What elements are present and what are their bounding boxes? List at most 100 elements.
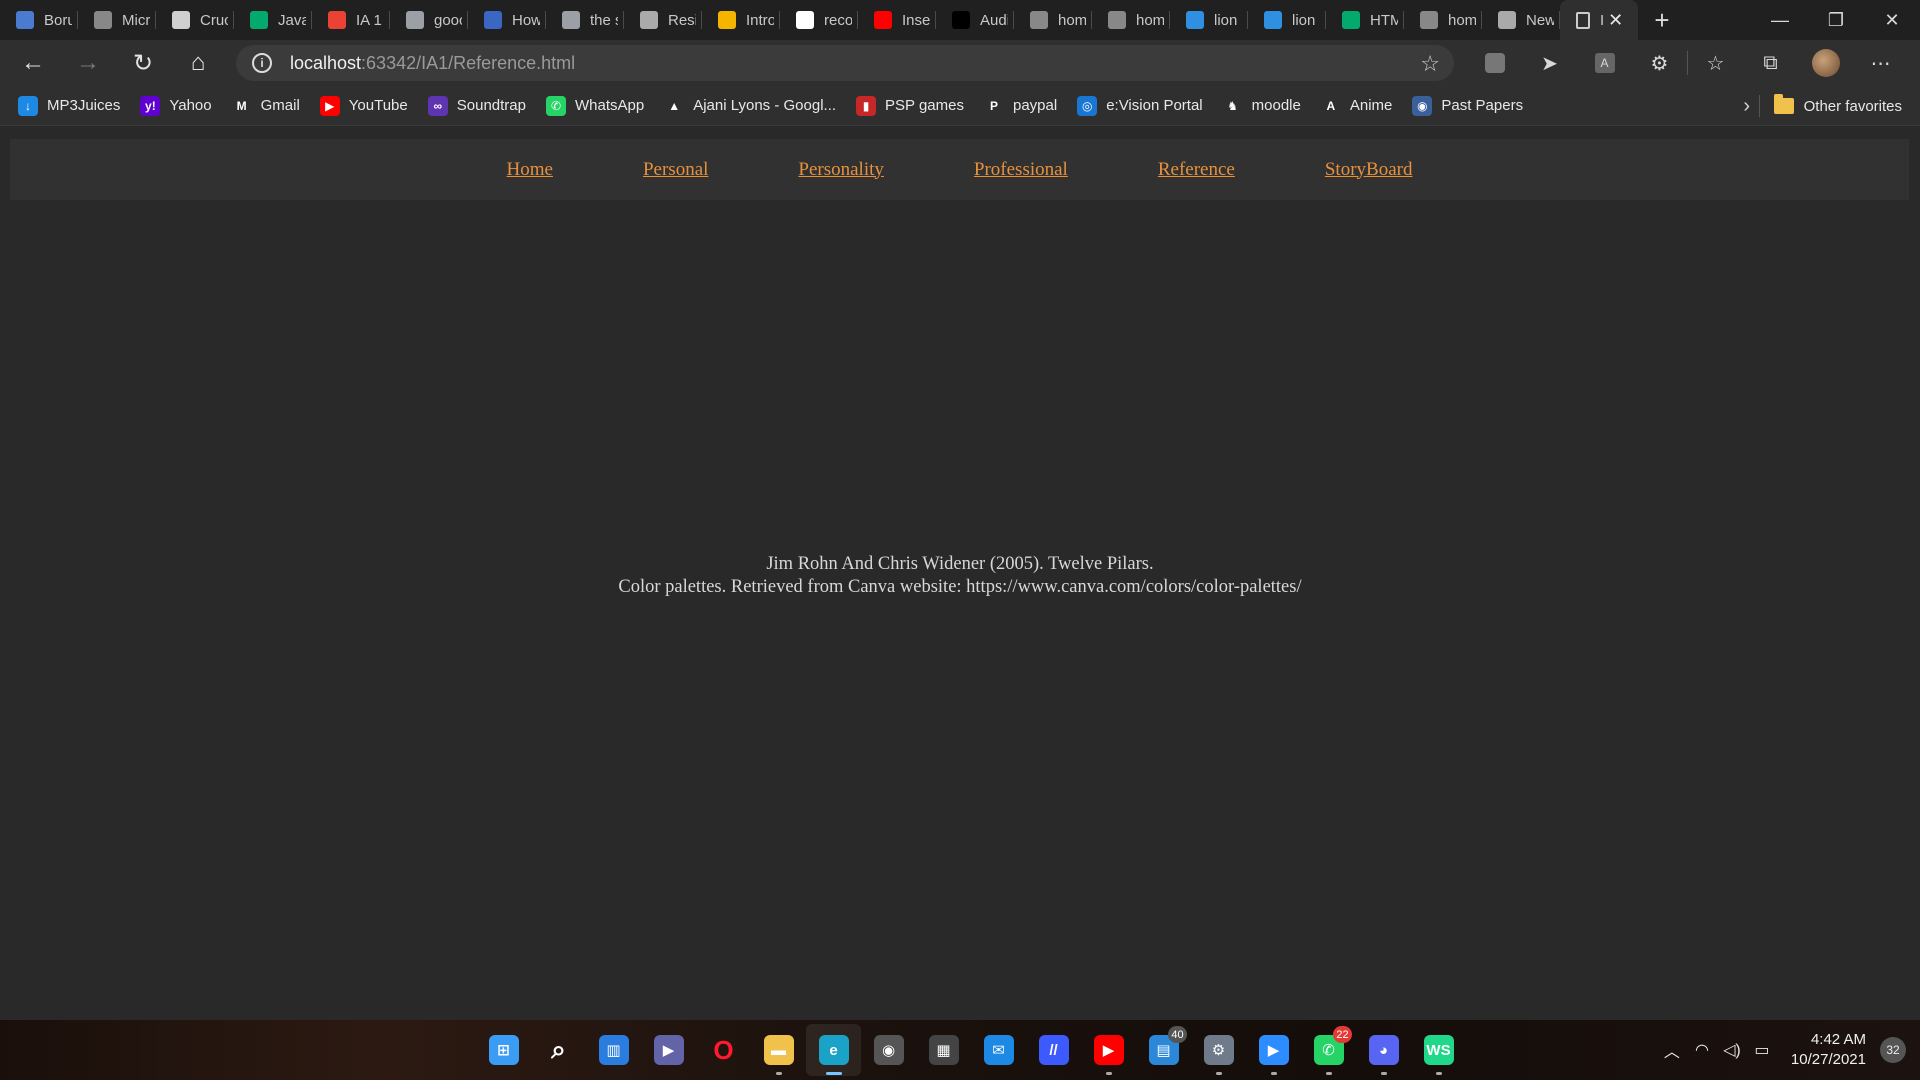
taskbar-app[interactable]: e — [806, 1024, 861, 1076]
taskbar-app[interactable]: ▶ — [1246, 1024, 1301, 1076]
tab[interactable]: Intro — [702, 0, 780, 40]
page-icon — [1576, 11, 1590, 29]
info-icon[interactable]: i — [252, 53, 272, 73]
favorite-item[interactable]: y! Yahoo — [140, 86, 212, 126]
tab[interactable]: How — [468, 0, 546, 40]
tab[interactable]: Inser — [858, 0, 936, 40]
favorite-item[interactable]: ✆ WhatsApp — [545, 86, 644, 126]
w3schools-icon — [250, 11, 268, 29]
favorite-item[interactable]: ∞ Soundtrap — [427, 86, 526, 126]
tab[interactable]: hom — [1014, 0, 1092, 40]
tab[interactable]: Audi — [936, 0, 1014, 40]
favorite-item[interactable]: ▲ Ajani Lyons - Googl... — [664, 86, 836, 126]
tab[interactable]: Resiz — [624, 0, 702, 40]
taskbar-app[interactable]: ▥ — [586, 1024, 641, 1076]
taskbar-app[interactable]: ▬ — [751, 1024, 806, 1076]
nav-link-professional[interactable]: Professional — [974, 159, 1068, 181]
google-icon — [796, 11, 814, 29]
favorites-icon[interactable]: ☆ — [1688, 40, 1743, 86]
extensions-icon[interactable]: ⚙ — [1632, 40, 1687, 86]
nav-link-storyboard[interactable]: StoryBoard — [1325, 159, 1413, 181]
wifi-icon[interactable]: ◠ — [1687, 1040, 1717, 1060]
favorite-item[interactable]: ◉ Past Papers — [1412, 86, 1523, 126]
favorite-item[interactable]: ▶ YouTube — [319, 86, 408, 126]
tab[interactable]: Boru — [0, 0, 78, 40]
taskbar-app[interactable]: O — [696, 1024, 751, 1076]
favorite-item[interactable]: ↓ MP3Juices — [18, 86, 120, 126]
favorite-item[interactable]: ▮ PSP games — [856, 86, 964, 126]
tab[interactable]: hom — [1092, 0, 1170, 40]
refresh-button[interactable]: ↻ — [121, 43, 165, 83]
more-menu-icon[interactable]: ⋯ — [1853, 40, 1908, 86]
tab[interactable]: the s — [546, 0, 624, 40]
tab[interactable]: Micr — [78, 0, 156, 40]
nav-link-home[interactable]: Home — [507, 159, 553, 181]
taskbar-app[interactable]: ▶ — [641, 1024, 696, 1076]
favorite-item[interactable]: M Gmail — [231, 86, 300, 126]
chevron-up-icon[interactable]: ︿ — [1657, 1038, 1687, 1062]
taskbar-app[interactable]: ⚙ — [1191, 1024, 1246, 1076]
tab[interactable]: gooc — [390, 0, 468, 40]
translate-extension-icon[interactable]: A — [1577, 40, 1632, 86]
taskbar-app[interactable]: WS — [1411, 1024, 1466, 1076]
youtube-icon — [874, 11, 892, 29]
taskbar-app[interactable]: ⌕ — [531, 1024, 586, 1076]
address-bar[interactable]: i localhost:63342/IA1/Reference.html ☆ — [236, 45, 1454, 81]
mail-icon: ✉ — [983, 1035, 1014, 1065]
favorite-item[interactable]: ◎ e:Vision Portal — [1077, 86, 1203, 126]
add-favorite-icon[interactable]: ☆ — [1420, 51, 1440, 77]
tab[interactable]: New — [1482, 0, 1560, 40]
tab-active[interactable]: I ✕ — [1560, 0, 1638, 40]
taskbar-app[interactable]: ◕ — [1356, 1024, 1411, 1076]
tab[interactable]: Java — [234, 0, 312, 40]
home-button[interactable]: ⌂ — [176, 43, 220, 83]
favorites-bar: ↓ MP3Juices y! Yahoo M Gmail ▶ YouTube ∞ Soundtra… — [0, 86, 1920, 126]
close-window-button[interactable]: ✕ — [1864, 0, 1920, 40]
taskbar-app[interactable]: ▦ — [916, 1024, 971, 1076]
close-icon[interactable]: ✕ — [1608, 10, 1623, 31]
favorite-item[interactable]: Ppaypal — [983, 86, 1057, 126]
battery-icon[interactable]: ▭ — [1747, 1040, 1777, 1060]
collections-icon[interactable]: ⧉ — [1743, 40, 1798, 86]
nav-link-personality[interactable]: Personality — [798, 159, 884, 181]
tab[interactable]: HTM — [1326, 0, 1404, 40]
taskbar-app[interactable]: ▤ 40 — [1136, 1024, 1191, 1076]
favorite-item[interactable]: ♞ moodle — [1222, 86, 1301, 126]
page-icon — [1420, 11, 1438, 29]
tab[interactable]: recor — [780, 0, 858, 40]
new-tab-button[interactable]: + — [1642, 0, 1682, 40]
taskbar-app[interactable]: ▶ — [1081, 1024, 1136, 1076]
nav-link-personal[interactable]: Personal — [643, 159, 708, 181]
forward-button[interactable]: → — [66, 43, 110, 83]
clock[interactable]: 4:42 AM 10/27/2021 — [1791, 1030, 1866, 1070]
volume-icon[interactable]: ◁) — [1717, 1040, 1747, 1060]
nav-link-reference[interactable]: Reference — [1158, 159, 1235, 181]
tab[interactable]: hom — [1404, 0, 1482, 40]
favorites-overflow-icon[interactable]: › — [1743, 86, 1750, 126]
teams-chat-icon: ▶ — [653, 1035, 684, 1065]
tab[interactable]: IA 1 — [312, 0, 390, 40]
cursor-extension-icon[interactable]: ➤ — [1522, 40, 1577, 86]
other-favorites[interactable]: Other favorites — [1758, 86, 1902, 126]
taskbar-app[interactable]: ✆ 22 — [1301, 1024, 1356, 1076]
taskbar-app[interactable]: ◉ — [861, 1024, 916, 1076]
notification-badge[interactable]: 32 — [1880, 1037, 1906, 1063]
gmail-icon: M — [231, 95, 252, 116]
discord-icon: ◕ — [1368, 1035, 1399, 1065]
taskbar-app[interactable]: ✉ — [971, 1024, 1026, 1076]
extension-k-icon[interactable] — [1467, 40, 1522, 86]
back-button[interactable]: ← — [11, 43, 55, 83]
favorite-label: moodle — [1251, 97, 1301, 114]
profile-button[interactable] — [1798, 40, 1853, 86]
tab[interactable]: Cruc — [156, 0, 234, 40]
restore-button[interactable]: ❐ — [1808, 0, 1864, 40]
address-url[interactable]: localhost:63342/IA1/Reference.html — [290, 53, 575, 74]
tab[interactable]: lion — [1170, 0, 1248, 40]
search-icon: ⌕ — [551, 1034, 566, 1064]
favorite-item[interactable]: A Anime — [1320, 86, 1392, 126]
taskbar-app[interactable]: // — [1026, 1024, 1081, 1076]
minimize-button[interactable]: — — [1752, 0, 1808, 40]
taskbar-app[interactable]: ⊞ — [476, 1024, 531, 1076]
tab[interactable]: lion — [1248, 0, 1326, 40]
tab-title: I — [1600, 11, 1605, 29]
